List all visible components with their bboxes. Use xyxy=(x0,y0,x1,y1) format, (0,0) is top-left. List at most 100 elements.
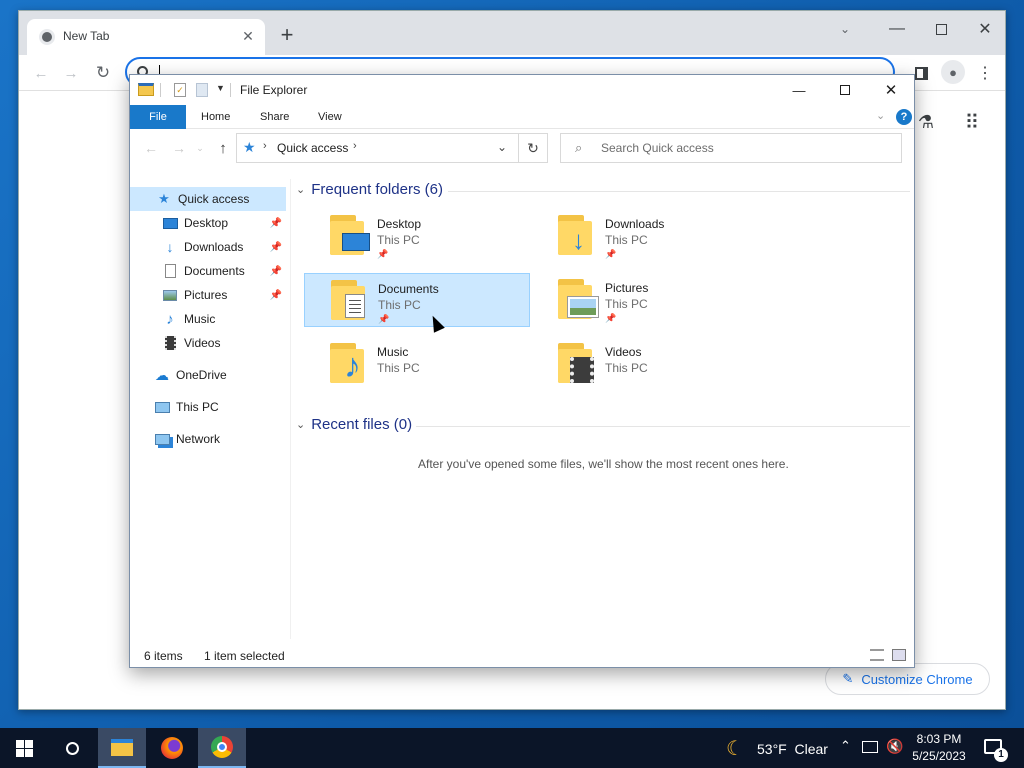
ribbon-tab-file[interactable]: File xyxy=(130,105,186,129)
section-divider xyxy=(448,191,910,192)
frequent-folders-header[interactable]: ⌄ Frequent folders (6) xyxy=(296,181,443,198)
new-tab-button[interactable]: + xyxy=(275,22,299,47)
nav-pictures[interactable]: Pictures 📌 xyxy=(130,283,286,307)
expand-ribbon-icon[interactable]: ⌄ xyxy=(876,109,885,122)
pin-icon: 📌 xyxy=(605,249,617,259)
labs-flask-icon[interactable]: ⚗ xyxy=(913,109,939,135)
nav-label: Downloads xyxy=(184,240,244,254)
chrome-tab-new-tab[interactable]: New Tab ✕ xyxy=(27,19,265,55)
folder-name: Videos xyxy=(605,345,642,359)
videos-film-icon xyxy=(162,335,178,351)
nav-downloads[interactable]: ↓ Downloads 📌 xyxy=(130,235,286,259)
nav-onedrive[interactable]: ☁ OneDrive xyxy=(130,363,286,387)
close-tab-icon[interactable]: ✕ xyxy=(239,27,257,45)
folder-tile-documents[interactable]: Documents This PC 📌 xyxy=(304,273,530,327)
ribbon-tab-home[interactable]: Home xyxy=(187,105,244,129)
explorer-maximize-button[interactable] xyxy=(830,77,860,103)
large-icons-view-icon[interactable] xyxy=(892,649,906,661)
breadcrumb-quick-access[interactable]: Quick access xyxy=(277,141,348,155)
menu-kebab-icon[interactable]: ⋮ xyxy=(973,61,997,85)
desktop-icon xyxy=(162,215,178,231)
desktop-folder-icon xyxy=(330,215,370,257)
selection-count: 1 item selected xyxy=(204,649,285,663)
hidden-icons-chevron-icon[interactable]: ⌃ xyxy=(840,738,851,754)
documents-icon xyxy=(162,263,178,279)
maximize-button[interactable] xyxy=(927,15,955,43)
profile-avatar[interactable]: ● xyxy=(941,60,965,84)
qat-divider-2 xyxy=(230,83,231,97)
pin-icon: 📌 xyxy=(269,265,282,277)
recent-files-title: Recent files (0) xyxy=(311,416,413,433)
breadcrumb-chevron-icon-2: › xyxy=(353,140,357,152)
reload-icon[interactable]: ↻ xyxy=(91,61,115,85)
firefox-taskbar-button[interactable] xyxy=(148,728,196,768)
nav-videos[interactable]: Videos xyxy=(130,331,286,355)
folder-tile-desktop[interactable]: Desktop This PC 📌 xyxy=(304,209,530,263)
nav-pane-divider[interactable] xyxy=(290,179,291,639)
back-icon[interactable]: ← xyxy=(29,61,53,85)
ribbon-tab-view[interactable]: View xyxy=(304,105,356,129)
explorer-title: File Explorer xyxy=(240,83,308,97)
explorer-app-icon xyxy=(138,83,154,96)
nav-network[interactable]: Network xyxy=(130,427,286,451)
network-status-icon[interactable] xyxy=(862,741,878,753)
folder-tile-pictures[interactable]: Pictures This PC 📌 xyxy=(532,273,758,327)
breadcrumb-chevron-icon: › xyxy=(263,140,267,152)
nav-label: Pictures xyxy=(184,288,228,302)
search-box[interactable]: ⌕ Search Quick access xyxy=(560,133,902,163)
details-view-icon[interactable] xyxy=(870,649,884,661)
file-explorer-icon xyxy=(111,738,133,756)
nav-this-pc[interactable]: This PC xyxy=(130,395,286,419)
qat-dropdown-icon[interactable]: ▼ xyxy=(216,83,225,93)
maximize-icon xyxy=(840,85,850,95)
recent-files-header[interactable]: ⌄ Recent files (0) xyxy=(296,416,412,433)
weather-moon-icon[interactable]: ☾ xyxy=(726,736,744,761)
quick-access-star-icon: ★ xyxy=(243,139,256,155)
weather-text[interactable]: 53°F Clear xyxy=(757,741,828,757)
recent-locations-icon[interactable]: ⌄ xyxy=(194,139,206,157)
nav-desktop[interactable]: Desktop 📌 xyxy=(130,211,286,235)
properties-icon[interactable]: ✓ xyxy=(174,83,186,97)
address-dropdown-icon[interactable]: ⌄ xyxy=(497,140,507,154)
chrome-taskbar-button[interactable] xyxy=(198,728,246,768)
chrome-icon xyxy=(39,29,55,45)
help-icon[interactable]: ? xyxy=(896,109,912,125)
pictures-folder-icon xyxy=(558,279,599,321)
folder-tile-music[interactable]: ♪ Music This PC xyxy=(304,337,530,391)
nav-label: OneDrive xyxy=(176,368,227,382)
folder-tile-videos[interactable]: Videos This PC xyxy=(532,337,758,391)
explorer-close-button[interactable]: ✕ xyxy=(876,77,906,103)
folder-name: Downloads xyxy=(605,217,665,231)
search-taskbar-button[interactable] xyxy=(48,728,96,768)
downloads-folder-icon: ↓ xyxy=(558,215,598,257)
status-bar: 6 items 1 item selected xyxy=(130,647,914,667)
nav-label: Network xyxy=(176,432,221,446)
address-bar[interactable]: ★ › Quick access › ⌄ xyxy=(236,133,548,163)
documents-folder-icon xyxy=(331,280,371,322)
ribbon-tab-share[interactable]: Share xyxy=(246,105,303,129)
nav-label: Desktop xyxy=(184,216,229,230)
close-button[interactable]: ✕ xyxy=(971,15,999,43)
clock-date[interactable]: 5/25/2023 xyxy=(908,749,970,763)
apps-grid-icon[interactable]: ⠿ xyxy=(959,109,985,135)
nav-documents[interactable]: Documents 📌 xyxy=(130,259,286,283)
recent-empty-message: After you've opened some files, we'll sh… xyxy=(418,457,789,471)
start-button[interactable] xyxy=(0,728,48,768)
tab-search-icon[interactable]: ⌄ xyxy=(833,17,857,41)
volume-muted-icon[interactable]: 🔇 xyxy=(886,738,903,755)
explorer-minimize-button[interactable]: — xyxy=(784,77,814,103)
new-folder-icon[interactable] xyxy=(196,83,208,97)
downloads-arrow-icon: ↓ xyxy=(166,239,174,255)
file-explorer-taskbar-button[interactable] xyxy=(98,728,146,768)
clock-time[interactable]: 8:03 PM xyxy=(912,732,966,746)
minimize-button[interactable]: — xyxy=(883,15,911,43)
folder-tile-downloads[interactable]: ↓ Downloads This PC 📌 xyxy=(532,209,758,263)
forward-icon[interactable]: → xyxy=(59,61,83,85)
explorer-forward-icon[interactable]: → xyxy=(170,139,188,157)
up-icon[interactable]: ↑ xyxy=(214,139,232,157)
maximize-icon xyxy=(935,23,947,35)
nav-quick-access[interactable]: ★ Quick access xyxy=(130,187,286,211)
explorer-back-icon[interactable]: ← xyxy=(142,139,160,157)
refresh-button[interactable]: ↻ xyxy=(518,133,548,163)
nav-music[interactable]: ♪ Music xyxy=(130,307,286,331)
